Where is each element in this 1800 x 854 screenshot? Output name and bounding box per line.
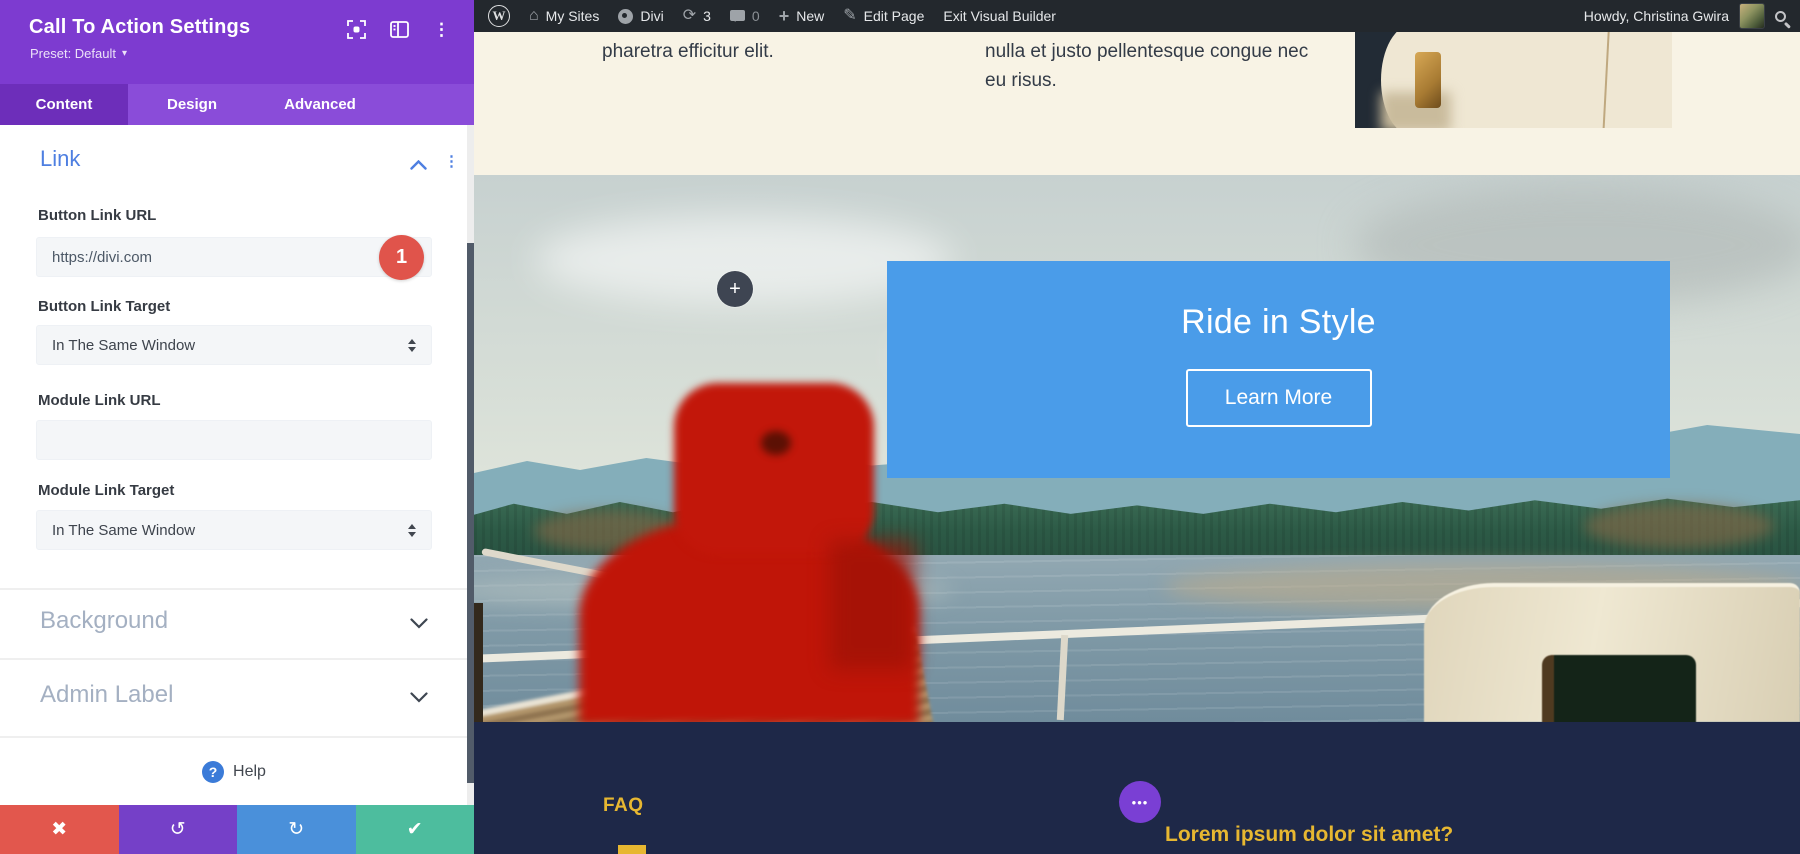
button-link-url-input[interactable] xyxy=(36,237,432,277)
faq-label: FAQ xyxy=(603,795,644,816)
admin-label-section-label: Admin Label xyxy=(40,681,174,708)
intro-section: pharetra efficitur elit. nulla et justo … xyxy=(474,32,1800,175)
preset-caret-icon: ▾ xyxy=(122,48,128,59)
link-section-menu-icon[interactable]: ⋮ xyxy=(444,152,459,170)
notification-badge: 1 xyxy=(379,235,424,280)
refresh-icon: ⟳ xyxy=(682,7,697,24)
faq-question: Lorem ipsum dolor sit amet? xyxy=(1165,823,1454,846)
my-sites-menu[interactable]: ⌂ My Sites xyxy=(529,7,600,25)
edit-page-label: Edit Page xyxy=(863,8,925,24)
house-icon: ⌂ xyxy=(529,7,539,24)
module-link-url-label: Module Link URL xyxy=(38,392,161,409)
panel-header: Call To Action Settings ⋮ Preset: Defaul… xyxy=(0,0,474,84)
link-section-heading[interactable]: Link xyxy=(40,146,80,172)
chevron-down-icon xyxy=(410,616,428,634)
cta-heading: Ride in Style xyxy=(1181,303,1376,341)
save-button[interactable]: ✔ xyxy=(355,805,474,854)
discard-button[interactable]: ✖ xyxy=(0,805,119,854)
redo-button[interactable]: ↻ xyxy=(237,805,356,854)
panel-tabs: Content Design Advanced xyxy=(0,84,474,125)
button-link-target-select[interactable]: In The Same Window xyxy=(36,325,432,365)
hero-image-section: + Ride in Style Learn More xyxy=(474,175,1800,722)
comments-count: 0 xyxy=(751,8,760,24)
my-sites-label: My Sites xyxy=(545,8,600,24)
new-content-menu[interactable]: + New xyxy=(779,7,825,25)
undo-button[interactable]: ↺ xyxy=(118,805,237,854)
learn-more-button[interactable]: Learn More xyxy=(1185,369,1372,427)
button-link-target-label: Button Link Target xyxy=(38,298,171,315)
person-in-red-hoodie xyxy=(579,375,919,722)
admin-label-section-toggle[interactable]: Admin Label xyxy=(0,660,468,736)
expand-modal-icon[interactable] xyxy=(347,20,366,39)
chevron-up-icon[interactable] xyxy=(410,157,427,175)
panel-body: Link ⋮ Button Link URL 1 Button Link Tar… xyxy=(0,125,474,805)
boat-detail-image xyxy=(1355,32,1672,128)
new-label: New xyxy=(796,8,825,24)
howdy-account-menu[interactable]: Howdy, Christina Gwira xyxy=(1584,8,1729,24)
tab-design[interactable]: Design xyxy=(128,84,256,125)
exit-visual-builder-label: Exit Visual Builder xyxy=(943,8,1056,24)
intro-text-col2: nulla et justo pellentesque congue nec e… xyxy=(985,41,1309,91)
edit-page-menu[interactable]: ✎ Edit Page xyxy=(843,7,925,25)
help-button[interactable]: ? Help xyxy=(0,738,468,805)
button-link-url-label: Button Link URL xyxy=(38,207,157,224)
add-module-button[interactable]: + xyxy=(717,271,753,307)
faq-dropcap-stub xyxy=(618,845,646,854)
panel-action-bar: ✖ ↺ ↻ ✔ xyxy=(0,805,474,854)
module-link-target-label: Module Link Target xyxy=(38,482,175,499)
faq-section: FAQ ••• Lorem ipsum dolor sit amet? xyxy=(474,722,1800,854)
settings-panel: Call To Action Settings ⋮ Preset: Defaul… xyxy=(0,0,474,854)
wp-admin-bar: W ⌂ My Sites Divi ⟳ 3 0 + New ✎ Edit Pag… xyxy=(474,0,1800,32)
preset-label: Preset: Default xyxy=(30,46,116,61)
panel-layout-icon[interactable] xyxy=(390,21,409,38)
updates-menu[interactable]: ⟳ 3 xyxy=(682,7,711,25)
module-options-button[interactable]: ••• xyxy=(1119,781,1161,823)
background-section-label: Background xyxy=(40,607,169,634)
comments-menu[interactable]: 0 xyxy=(729,8,760,24)
boat-dashboard xyxy=(1424,583,1800,722)
divi-label: Divi xyxy=(640,8,664,24)
updates-count: 3 xyxy=(703,8,711,24)
pencil-icon: ✎ xyxy=(843,7,857,24)
avatar[interactable] xyxy=(1739,3,1765,29)
background-section-toggle[interactable]: Background xyxy=(0,590,468,658)
dashboard-window xyxy=(1542,655,1696,722)
select-stepper-icon xyxy=(408,338,416,352)
divi-menu[interactable]: Divi xyxy=(618,8,664,24)
intro-text-col1: pharetra efficitur elit. xyxy=(602,41,774,62)
button-link-target-value: In The Same Window xyxy=(52,336,196,354)
preset-selector[interactable]: Preset: Default ▾ xyxy=(30,46,127,61)
wordpress-logo-menu[interactable]: W xyxy=(488,5,510,27)
search-icon[interactable] xyxy=(1775,10,1786,22)
comment-bubble-icon xyxy=(729,9,745,22)
select-stepper-icon xyxy=(408,523,416,537)
exit-visual-builder-button[interactable]: Exit Visual Builder xyxy=(943,8,1056,24)
help-label: Help xyxy=(233,762,266,780)
plus-icon: + xyxy=(778,6,790,26)
panel-menu-icon[interactable]: ⋮ xyxy=(433,21,450,38)
call-to-action-module[interactable]: Ride in Style Learn More xyxy=(887,261,1670,478)
module-link-target-select[interactable]: In The Same Window xyxy=(36,510,432,550)
tab-advanced[interactable]: Advanced xyxy=(256,84,384,125)
chevron-down-icon xyxy=(410,690,428,708)
module-link-url-input[interactable] xyxy=(36,420,432,460)
module-link-target-value: In The Same Window xyxy=(52,521,196,539)
panel-scrollbar-thumb[interactable] xyxy=(467,243,474,783)
help-icon: ? xyxy=(202,760,225,783)
tab-content[interactable]: Content xyxy=(0,84,128,125)
wordpress-logo-icon: W xyxy=(488,5,510,27)
panel-title: Call To Action Settings xyxy=(29,16,251,38)
divi-gauge-icon xyxy=(618,8,634,24)
page-preview: pharetra efficitur elit. nulla et justo … xyxy=(474,32,1800,854)
